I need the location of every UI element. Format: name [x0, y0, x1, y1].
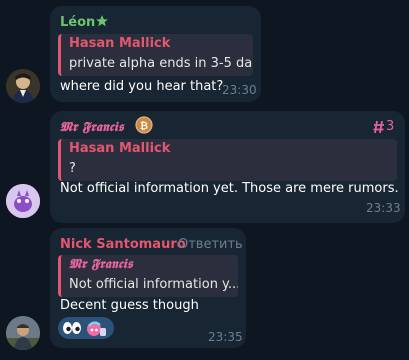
avatar-image	[6, 316, 40, 350]
reply-text: private alpha ends in 3-5 da...	[69, 56, 253, 71]
reply-preview[interactable]: Hasan Mallick ?	[58, 139, 397, 181]
reply-preview[interactable]: 𝕸𝖗 𝕱𝖗𝖆𝖓𝖈𝖎𝖘 Not official information y...	[58, 255, 238, 297]
sender-name[interactable]: 𝕸𝖗 𝕱𝖗𝖆𝖓𝖈𝖎𝖘	[60, 120, 124, 135]
reply-author: Hasan Mallick	[69, 36, 171, 51]
message-time: 23:33	[366, 201, 401, 215]
reaction-chip[interactable]	[58, 317, 114, 339]
reply-text: ?	[69, 161, 76, 176]
reply-preview[interactable]: Hasan Mallick private alpha ends in 3-5 …	[58, 34, 253, 76]
reply-action[interactable]: Ответить	[178, 237, 243, 252]
message-bubble-3[interactable]: Nick Santomauro Ответить 𝕸𝖗 𝕱𝖗𝖆𝖓𝖈𝖎𝖘 Not …	[50, 228, 246, 348]
bitcoin-icon: ₿	[135, 116, 153, 138]
message-text: Decent guess though	[60, 298, 199, 313]
avatar-nick-santomauro[interactable]	[6, 316, 40, 350]
message-bubble-1[interactable]: Léon Hasan Mallick private alpha ends in…	[50, 6, 261, 102]
avatar-image	[6, 69, 40, 103]
hashtag-icon	[373, 119, 385, 138]
rank-number: 3	[386, 119, 395, 134]
message-text: where did you hear that?	[60, 79, 224, 94]
svg-text:₿: ₿	[140, 120, 148, 132]
avatar-mr-francis[interactable]	[6, 184, 40, 218]
reply-author: Hasan Mallick	[69, 141, 171, 156]
star-icon	[95, 13, 109, 32]
sender-name[interactable]: Nick Santomauro	[60, 237, 186, 252]
message-text: Not official information yet. Those are …	[60, 181, 399, 196]
reply-author: 𝕸𝖗 𝕱𝖗𝖆𝖓𝖈𝖎𝖘	[69, 257, 133, 272]
sticker-reaction	[85, 318, 107, 342]
message-time: 23:35	[208, 330, 243, 344]
message-time: 23:30	[222, 83, 257, 97]
avatar-image	[6, 184, 40, 218]
eyes-emoji	[62, 320, 82, 340]
reply-text: Not official information y...	[69, 277, 238, 292]
avatar-leon[interactable]	[6, 69, 40, 103]
sender-name[interactable]: Léon	[60, 15, 95, 30]
message-bubble-2[interactable]: 𝕸𝖗 𝕱𝖗𝖆𝖓𝖈𝖎𝖘 ₿ 3 Hasan Mallick ? Not offic…	[50, 111, 405, 223]
